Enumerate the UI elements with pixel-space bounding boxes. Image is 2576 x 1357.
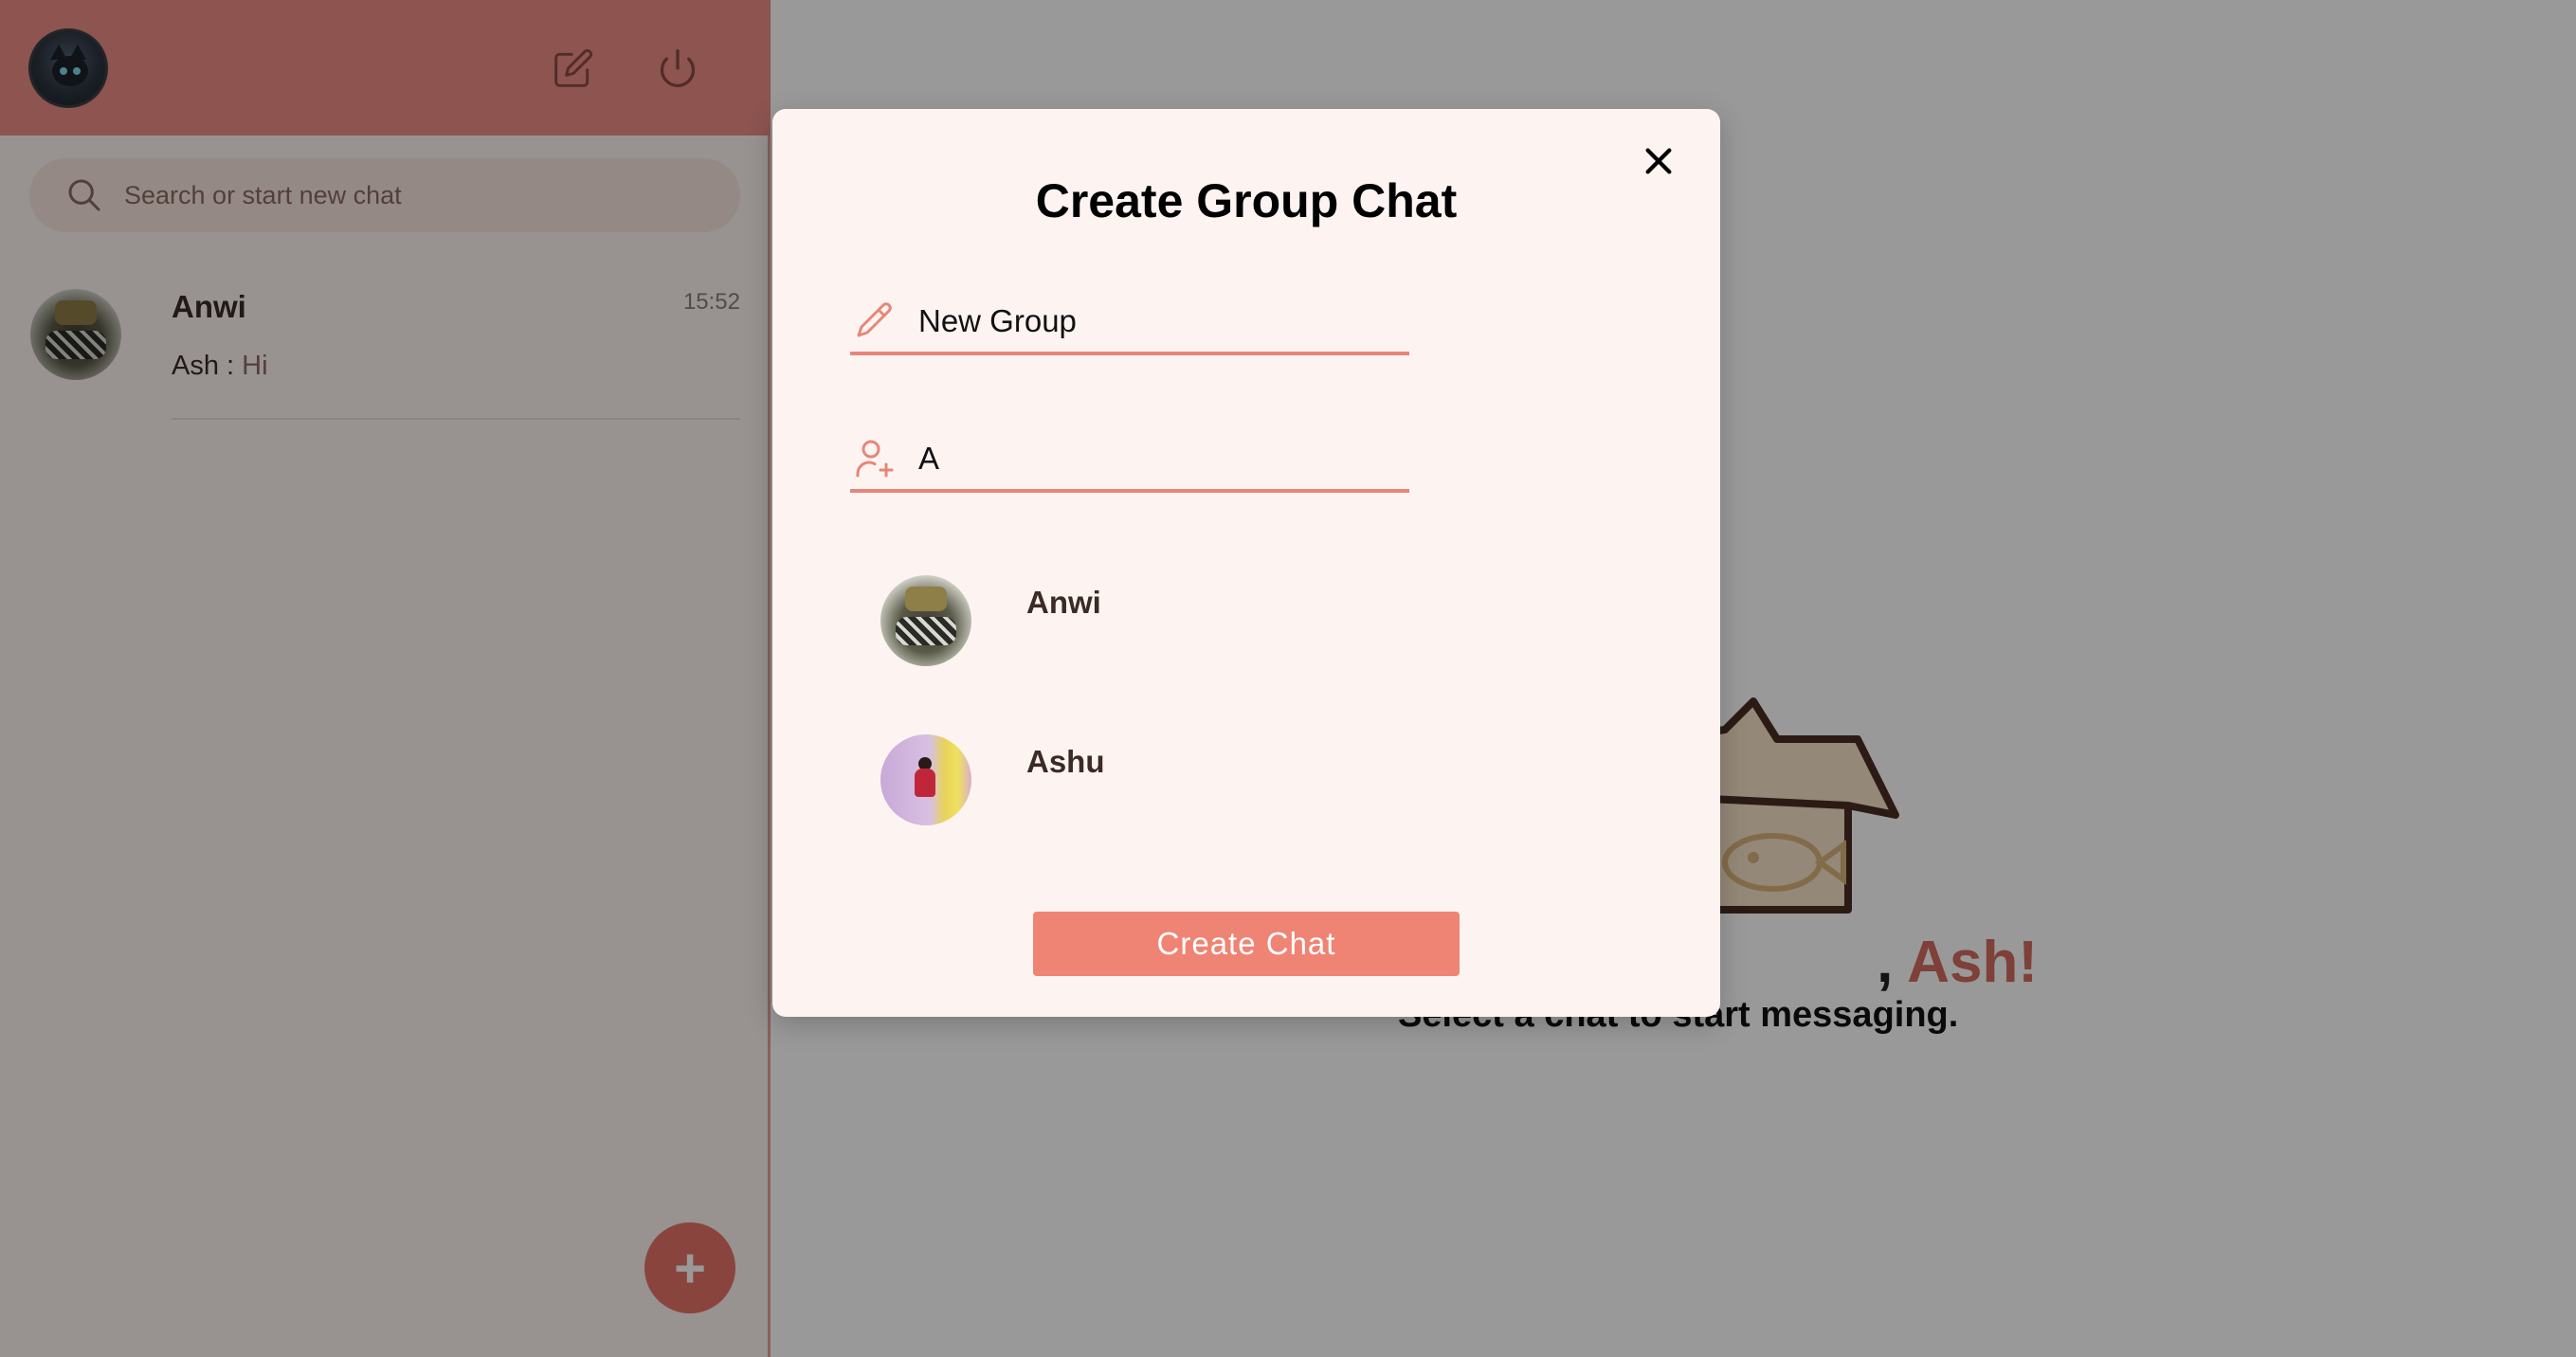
group-name-field[interactable] — [850, 291, 1409, 355]
close-icon — [1645, 148, 1672, 174]
pencil-icon — [850, 297, 899, 346]
group-name-input[interactable] — [918, 303, 1392, 339]
user-name: Anwi — [1026, 585, 1101, 620]
modal-title: Create Group Chat — [1035, 174, 1458, 227]
user-result-item[interactable]: Ashu — [772, 734, 1720, 858]
member-search-input[interactable] — [918, 441, 1392, 477]
create-chat-button[interactable]: Create Chat — [1033, 912, 1460, 976]
add-user-icon — [850, 434, 899, 483]
user-avatar — [880, 575, 971, 666]
user-avatar — [880, 734, 971, 825]
user-name: Ashu — [1026, 744, 1105, 779]
user-result-item[interactable]: Anwi — [772, 575, 1720, 698]
create-group-modal: Create Group Chat Anwi Ashu Create Chat — [772, 109, 1720, 1017]
member-search-field[interactable] — [850, 428, 1409, 493]
